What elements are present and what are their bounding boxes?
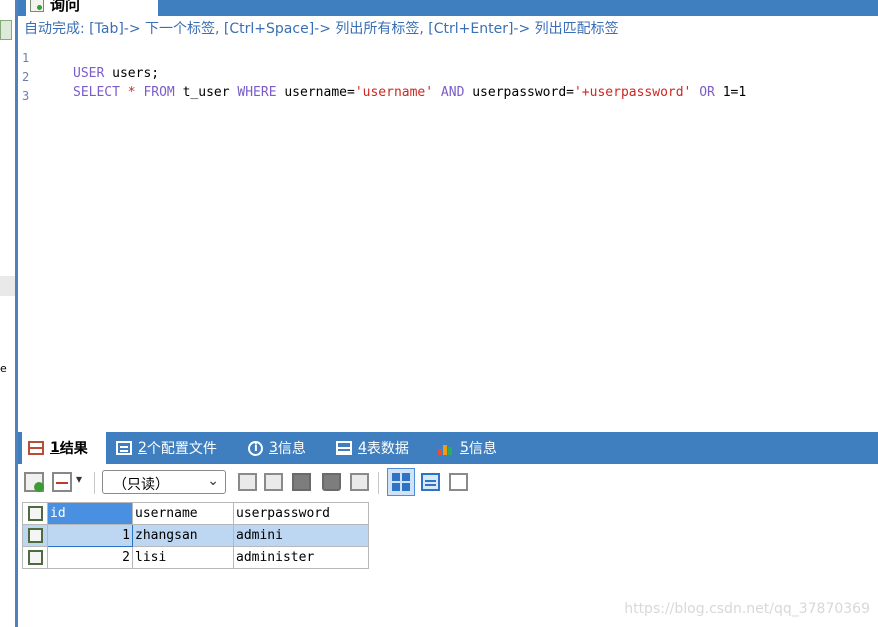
sql-operator: * [119, 85, 144, 100]
profile-icon [116, 441, 132, 455]
table-icon [336, 441, 352, 455]
cancel-changes-icon[interactable] [350, 473, 369, 491]
stats-icon [438, 441, 454, 455]
line-number: 3 [22, 89, 30, 103]
cell-username[interactable]: lisi [132, 546, 234, 569]
grid-view-icon[interactable] [387, 468, 415, 496]
tab-number: 3 [269, 440, 278, 456]
sql-text: t_user [174, 85, 238, 100]
grid-icon [28, 441, 44, 455]
toolbar-separator [94, 472, 95, 494]
left-panel-partial-text: e [0, 362, 7, 375]
delete-icon[interactable] [322, 473, 341, 491]
sql-string: '+userpassword' [573, 85, 692, 100]
table-row[interactable]: 2 lisi administer [22, 546, 369, 569]
tab-label: 表数据 [366, 441, 409, 457]
editor-line-3[interactable]: 3 [18, 74, 49, 103]
cell-userpassword[interactable]: administer [233, 546, 369, 569]
tab-number: 4 [358, 440, 367, 456]
cell-userpassword[interactable]: admini [233, 524, 369, 547]
tab-number: 2 [138, 440, 147, 456]
sql-text: userpassword= [464, 85, 574, 100]
sql-keyword: WHERE [237, 85, 277, 100]
column-header[interactable]: username [132, 502, 234, 525]
tab-label: 信息 [277, 441, 306, 457]
watermark: https://blog.csdn.net/qq_37870369 [624, 601, 870, 617]
table-header-row: id username userpassword [22, 502, 369, 525]
tab-info-2[interactable]: 5 信息 [438, 432, 497, 464]
results-tab-bar: 1 结果 2 个配置文件 3 信息 4 表数据 5 信息 [18, 432, 878, 464]
autocomplete-hint: 自动完成: [Tab]-> 下一个标签, [Ctrl+Space]-> 列出所有… [24, 21, 619, 37]
sql-keyword: AND [440, 85, 465, 100]
tab-number: 5 [460, 440, 469, 456]
sql-text: username= [276, 85, 355, 100]
left-panel-marker [0, 20, 12, 40]
data-table: id username userpassword 1 zhangsan admi… [22, 502, 369, 569]
sql-keyword: USER [73, 66, 105, 81]
sql-editor[interactable]: 自动完成: [Tab]-> 下一个标签, [Ctrl+Space]-> 列出所有… [18, 16, 878, 432]
tab-query[interactable]: 询问 + [26, 0, 158, 16]
results-toolbar: ▾ （只读） ⌄ [18, 464, 878, 500]
toolbar-separator [378, 472, 379, 494]
info-icon [248, 440, 263, 456]
result-mode-select[interactable]: （只读） ⌄ [102, 470, 226, 494]
tab-query-label: 询问 [50, 0, 81, 14]
column-header[interactable]: id [47, 502, 133, 525]
query-icon [30, 0, 44, 12]
tab-label: 结果 [59, 441, 88, 457]
tab-results[interactable]: 1 结果 [22, 432, 106, 464]
form-view-icon[interactable] [421, 473, 440, 491]
tab-number: 1 [50, 440, 60, 456]
result-mode-value: （只读） [113, 477, 169, 493]
left-side-panel: e [0, 0, 15, 627]
cell-id[interactable]: 1 [47, 524, 133, 547]
dropdown-arrow-icon[interactable]: ▾ [76, 472, 82, 486]
chevron-down-icon: ⌄ [207, 473, 219, 489]
tab-info[interactable]: 3 信息 [248, 432, 306, 464]
sql-keyword: FROM [143, 85, 175, 100]
left-panel-selection [0, 276, 15, 296]
grid-options-icon[interactable] [52, 472, 72, 492]
select-all-checkbox[interactable] [22, 502, 48, 525]
copy-row-icon[interactable] [264, 473, 283, 491]
sql-keyword: SELECT [73, 85, 120, 100]
sql-keyword: OR [699, 85, 715, 100]
tab-table-data[interactable]: 4 表数据 [336, 432, 409, 464]
editor-line-1[interactable]: 1 USER users; [18, 36, 159, 81]
duplicate-row-icon[interactable] [238, 473, 257, 491]
table-row[interactable]: 1 zhangsan admini [22, 524, 369, 547]
new-query-tab-button[interactable]: + [124, 0, 141, 16]
tab-profiles[interactable]: 2 个配置文件 [116, 432, 217, 464]
sql-text: users; [104, 66, 160, 81]
add-row-icon[interactable] [24, 472, 44, 492]
cell-username[interactable]: zhangsan [132, 524, 234, 547]
cell-id[interactable]: 2 [47, 546, 133, 569]
save-icon[interactable] [292, 473, 311, 491]
column-header[interactable]: userpassword [233, 502, 369, 525]
text-view-icon[interactable] [449, 473, 468, 491]
sql-text: 1=1 [714, 85, 747, 100]
editor-line-2[interactable]: 2 SELECT * FROM t_user WHERE username='u… [18, 55, 746, 100]
sql-string: 'username' [354, 85, 434, 100]
tab-label: 个配置文件 [146, 441, 217, 457]
query-tab-bar: 询问 + [18, 0, 878, 16]
row-checkbox[interactable] [22, 524, 48, 547]
row-checkbox[interactable] [22, 546, 48, 569]
tab-label: 信息 [468, 441, 497, 457]
